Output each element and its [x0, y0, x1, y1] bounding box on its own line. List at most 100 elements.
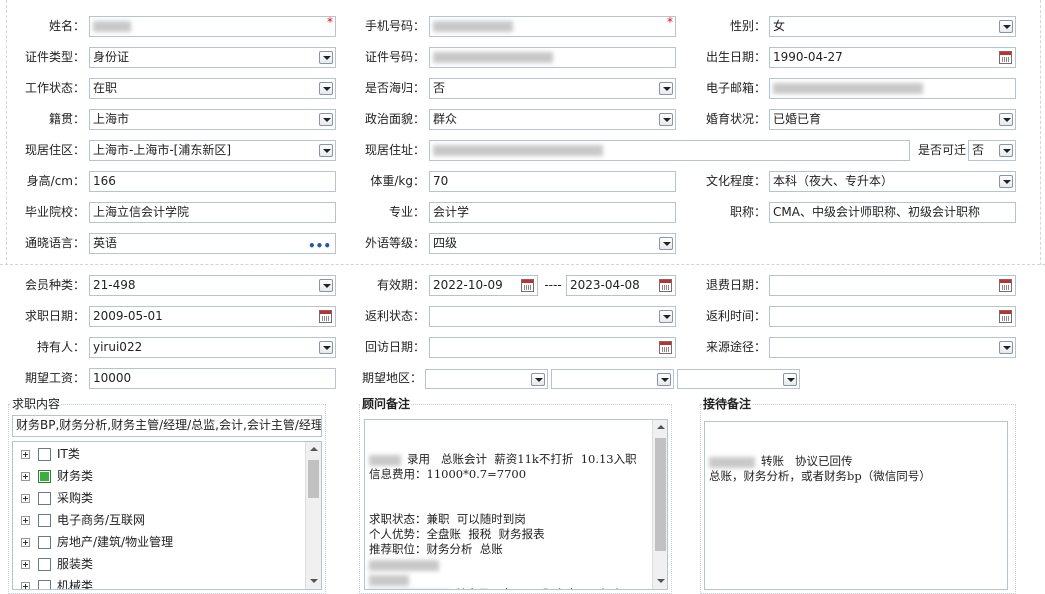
chevron-down-icon[interactable]: [783, 373, 797, 386]
refund-date-input[interactable]: [769, 275, 1016, 296]
region-district-select[interactable]: [677, 369, 800, 389]
chevron-down-icon[interactable]: [319, 51, 333, 64]
school-label: 毕业院校：: [24, 205, 85, 219]
expand-icon[interactable]: [21, 450, 30, 459]
expand-icon[interactable]: [21, 516, 30, 525]
region-province-select[interactable]: [425, 369, 548, 389]
chevron-down-icon[interactable]: [531, 373, 545, 386]
scroll-up-icon[interactable]: [306, 442, 321, 457]
title-input[interactable]: CMA、中级会计师职称、初级会计职称: [769, 202, 1016, 223]
calendar-icon[interactable]: [999, 310, 1012, 323]
validity-to-input[interactable]: 2023-04-08: [566, 275, 676, 296]
tree-checkbox[interactable]: [38, 470, 51, 483]
rebate-status-select[interactable]: [429, 306, 676, 327]
residence-area-select[interactable]: 上海市-上海市-[浦东新区]: [89, 140, 336, 161]
school-input[interactable]: 上海立信会计学院: [89, 202, 336, 223]
work-status-select[interactable]: 在职: [89, 78, 336, 99]
education-select[interactable]: 本科（夜大、专升本）: [769, 171, 1016, 192]
political-select[interactable]: 群众: [429, 109, 676, 130]
tree-item[interactable]: 机械类: [21, 576, 93, 589]
calendar-icon[interactable]: [659, 279, 672, 292]
chevron-down-icon[interactable]: [659, 237, 673, 250]
tree-checkbox[interactable]: [38, 536, 51, 549]
visit-date-input[interactable]: [429, 337, 676, 358]
expand-icon[interactable]: [21, 560, 30, 569]
scroll-thumb[interactable]: [655, 438, 666, 551]
native-select[interactable]: 上海市: [89, 109, 336, 130]
chevron-down-icon[interactable]: [319, 279, 333, 292]
overseas-select[interactable]: 否: [429, 78, 676, 99]
job-content-input[interactable]: 财务BP,财务分析,财务主管/经理/总监,会计,会计主管/经理: [12, 415, 322, 437]
chevron-down-icon[interactable]: [999, 341, 1013, 354]
expand-icon[interactable]: [21, 582, 30, 589]
chevron-down-icon[interactable]: [659, 310, 673, 323]
height-input[interactable]: 166: [89, 171, 336, 192]
source-select[interactable]: [769, 337, 1016, 358]
tree-item[interactable]: IT类: [21, 444, 80, 464]
chevron-down-icon[interactable]: [659, 113, 673, 126]
name-input[interactable]: *: [89, 16, 336, 37]
calendar-icon[interactable]: [319, 310, 332, 323]
relocate-select[interactable]: 否: [968, 140, 1016, 161]
chevron-down-icon[interactable]: [999, 113, 1013, 126]
tree-checkbox[interactable]: [38, 580, 51, 589]
expand-icon[interactable]: [21, 472, 30, 481]
foreign-level-select[interactable]: 四级: [429, 233, 676, 254]
chevron-down-icon[interactable]: [319, 113, 333, 126]
tree-checkbox[interactable]: [38, 514, 51, 527]
tree-checkbox[interactable]: [38, 492, 51, 505]
tree-item[interactable]: 服装类: [21, 554, 93, 574]
reception-notes-textarea[interactable]: 转账 协议已回传 总账，财务分析，或者财务bp（微信同号）: [704, 421, 1008, 590]
id-no-input[interactable]: [429, 47, 676, 68]
scroll-down-icon[interactable]: [306, 574, 321, 589]
note-line: 信息费用：11000*0.7=7700: [369, 467, 663, 482]
major-input[interactable]: 会计学: [429, 202, 676, 223]
gender-select[interactable]: 女: [769, 16, 1016, 37]
phone-input[interactable]: *: [429, 16, 676, 37]
job-date-input[interactable]: 2009-05-01: [89, 306, 336, 327]
chevron-down-icon[interactable]: [999, 20, 1013, 33]
salary-input[interactable]: 10000: [89, 368, 336, 389]
chevron-down-icon[interactable]: [999, 175, 1013, 188]
residence-addr-input[interactable]: [429, 140, 910, 161]
scroll-thumb[interactable]: [308, 460, 319, 498]
job-date-value: 2009-05-01: [93, 309, 163, 323]
tree-item[interactable]: 房地产/建筑/物业管理: [21, 532, 173, 552]
redacted-value: [433, 52, 553, 63]
rebate-time-input[interactable]: [769, 306, 1016, 327]
tree-item[interactable]: 电子商务/互联网: [21, 510, 145, 530]
member-type-select[interactable]: 21-498: [89, 275, 336, 296]
more-icon[interactable]: •••: [308, 237, 331, 253]
weight-input[interactable]: 70: [429, 171, 676, 192]
chevron-down-icon[interactable]: [319, 82, 333, 95]
id-type-select[interactable]: 身份证: [89, 47, 336, 68]
region-city-select[interactable]: [551, 369, 674, 389]
birth-date-input[interactable]: 1990-04-27: [769, 47, 1016, 68]
chevron-down-icon[interactable]: [657, 373, 671, 386]
tree-scrollbar[interactable]: [305, 442, 321, 589]
expand-icon[interactable]: [21, 538, 30, 547]
tree-checkbox[interactable]: [38, 448, 51, 461]
scroll-down-icon[interactable]: [653, 574, 667, 589]
calendar-icon[interactable]: [999, 279, 1012, 292]
chevron-down-icon[interactable]: [659, 82, 673, 95]
calendar-icon[interactable]: [999, 51, 1012, 64]
tree-item[interactable]: 财务类: [21, 466, 93, 486]
holder-select[interactable]: yirui022: [89, 337, 336, 358]
language-value: 英语: [93, 236, 118, 250]
expand-icon[interactable]: [21, 494, 30, 503]
advisor-notes-textarea[interactable]: 录用 总账会计 薪资11k不打折 10.13入职 信息费用：11000*0.7=7…: [364, 419, 668, 590]
calendar-icon[interactable]: [521, 279, 534, 292]
tree-item[interactable]: 采购类: [21, 488, 93, 508]
chevron-down-icon[interactable]: [319, 341, 333, 354]
advisor-scrollbar[interactable]: [652, 420, 667, 589]
calendar-icon[interactable]: [659, 341, 672, 354]
email-input[interactable]: [769, 78, 1016, 99]
scroll-up-icon[interactable]: [653, 420, 667, 435]
chevron-down-icon[interactable]: [319, 144, 333, 157]
chevron-down-icon[interactable]: [999, 144, 1013, 157]
tree-checkbox[interactable]: [38, 558, 51, 571]
marital-select[interactable]: 已婚已育: [769, 109, 1016, 130]
language-picker[interactable]: 英语 •••: [89, 233, 336, 254]
validity-from-input[interactable]: 2022-10-09: [429, 275, 538, 296]
